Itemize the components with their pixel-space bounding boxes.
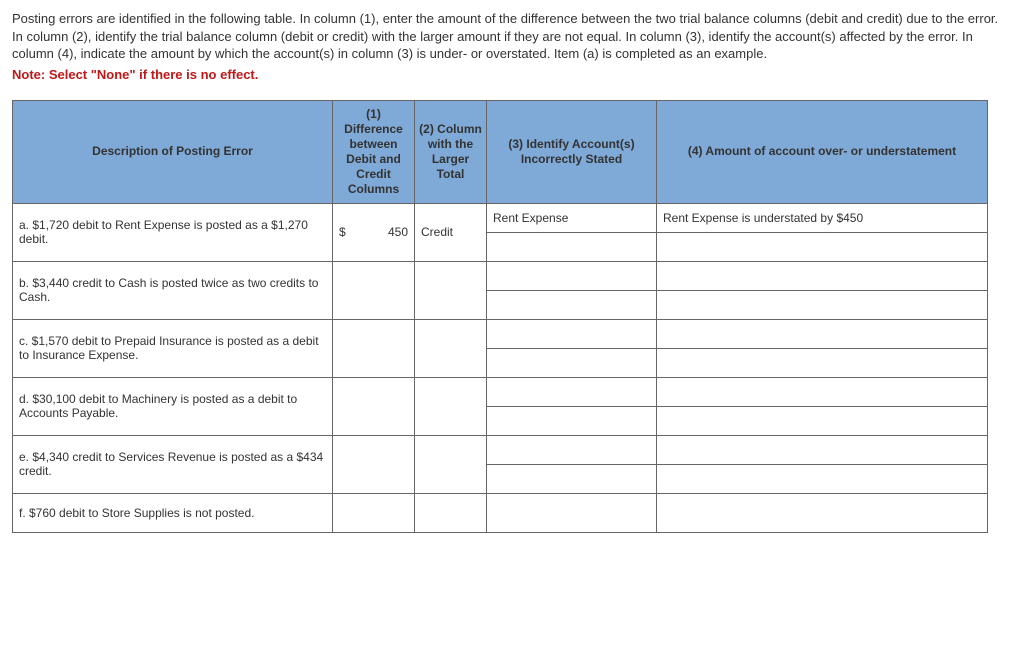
table-row: b. $3,440 credit to Cash is posted twice… [13, 261, 988, 290]
instructions-text: Posting errors are identified in the fol… [12, 10, 1009, 63]
difference-cell[interactable] [333, 377, 415, 435]
amount-cell[interactable] [657, 493, 988, 532]
account-cell[interactable] [487, 435, 657, 464]
amount-cell[interactable] [657, 261, 988, 290]
posting-error-description: d. $30,100 debit to Machinery is posted … [13, 377, 333, 435]
difference-cell[interactable]: $450 [333, 203, 415, 261]
account-cell[interactable]: Rent Expense [487, 203, 657, 232]
amount-cell[interactable] [657, 464, 988, 493]
header-description: Description of Posting Error [13, 100, 333, 203]
account-cell[interactable] [487, 261, 657, 290]
posting-error-description: e. $4,340 credit to Services Revenue is … [13, 435, 333, 493]
account-cell[interactable] [487, 232, 657, 261]
account-cell[interactable] [487, 464, 657, 493]
account-cell[interactable] [487, 493, 657, 532]
table-row: d. $30,100 debit to Machinery is posted … [13, 377, 988, 406]
amount-cell[interactable] [657, 377, 988, 406]
header-col3: (3) Identify Account(s) Incorrectly Stat… [487, 100, 657, 203]
note-text: Note: Select "None" if there is no effec… [12, 67, 1009, 82]
larger-column-cell[interactable] [415, 377, 487, 435]
account-cell[interactable] [487, 377, 657, 406]
account-cell[interactable] [487, 348, 657, 377]
difference-value: 450 [388, 225, 408, 239]
amount-cell[interactable]: Rent Expense is understated by $450 [657, 203, 988, 232]
amount-cell[interactable] [657, 290, 988, 319]
posting-error-description: f. $760 debit to Store Supplies is not p… [13, 493, 333, 532]
posting-error-description: b. $3,440 credit to Cash is posted twice… [13, 261, 333, 319]
larger-column-cell[interactable] [415, 261, 487, 319]
difference-cell[interactable] [333, 261, 415, 319]
header-col4: (4) Amount of account over- or understat… [657, 100, 988, 203]
larger-column-cell[interactable] [415, 319, 487, 377]
difference-cell[interactable] [333, 319, 415, 377]
header-col2: (2) Column with the Larger Total [415, 100, 487, 203]
difference-cell[interactable] [333, 435, 415, 493]
header-col1: (1) Difference between Debit and Credit … [333, 100, 415, 203]
amount-cell[interactable] [657, 232, 988, 261]
table-row: a. $1,720 debit to Rent Expense is poste… [13, 203, 988, 232]
table-row: e. $4,340 credit to Services Revenue is … [13, 435, 988, 464]
amount-cell[interactable] [657, 348, 988, 377]
larger-column-cell[interactable]: Credit [415, 203, 487, 261]
table-row: f. $760 debit to Store Supplies is not p… [13, 493, 988, 532]
larger-column-cell[interactable] [415, 435, 487, 493]
account-cell[interactable] [487, 290, 657, 319]
amount-cell[interactable] [657, 319, 988, 348]
posting-error-description: a. $1,720 debit to Rent Expense is poste… [13, 203, 333, 261]
amount-cell[interactable] [657, 435, 988, 464]
table-row: c. $1,570 debit to Prepaid Insurance is … [13, 319, 988, 348]
currency-symbol: $ [339, 225, 346, 239]
larger-column-cell[interactable] [415, 493, 487, 532]
account-cell[interactable] [487, 319, 657, 348]
posting-error-description: c. $1,570 debit to Prepaid Insurance is … [13, 319, 333, 377]
difference-cell[interactable] [333, 493, 415, 532]
amount-cell[interactable] [657, 406, 988, 435]
posting-errors-table: Description of Posting Error (1) Differe… [12, 100, 988, 533]
account-cell[interactable] [487, 406, 657, 435]
